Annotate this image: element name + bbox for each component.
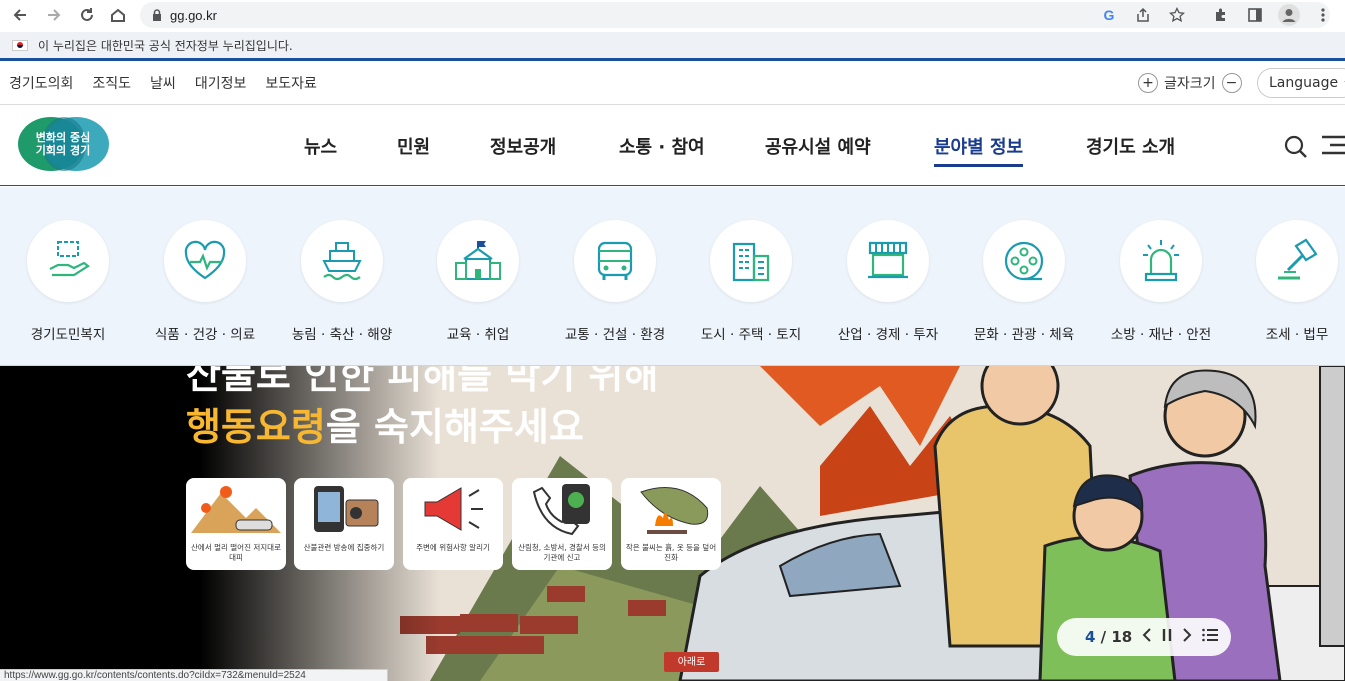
evacuate-illustration [186,478,286,540]
category-welfare[interactable]: 경기도민복지 [3,220,133,343]
gnb-info-disclosure[interactable]: 정보공개 [490,133,556,159]
hero-title-highlight: 행동요령 [186,405,326,449]
search-icon[interactable] [1283,134,1309,160]
slide-prev-icon[interactable] [1142,628,1152,646]
reload-icon[interactable] [75,3,99,27]
gov-banner: 이 누리집은 대한민국 공식 전자정부 누리집입니다. [0,32,1345,58]
hero-title-rest: 을 숙지해주세요 [325,405,584,449]
megaphone-illustration [403,478,503,540]
category-panel: 경기도민복지 식품 · 건강 · 의료 농림 · 축산 · 해양 교육 · 취업… [0,187,1345,366]
bus-icon [574,220,656,302]
phone-illustration [512,478,612,540]
school-icon [437,220,519,302]
broadcast-illustration [294,478,394,540]
sidebar-icon[interactable] [1243,3,1267,27]
film-icon [983,220,1065,302]
gavel-icon [1256,220,1338,302]
tip-card-extinguish: 작은 불씨는 흙, 옷 등을 덮어 진화 [621,478,721,570]
slide-next-icon[interactable] [1182,628,1192,646]
forward-icon[interactable] [42,3,66,27]
tip-card-alert: 주변에 위험사항 알리기 [403,478,503,570]
hero-title-line2: 행동요령을 숙지해주세요 [186,396,584,451]
language-select[interactable]: Language [1257,68,1345,98]
gov-banner-text: 이 누리집은 대한민국 공식 전자정부 누리집입니다. [38,38,293,53]
category-transport[interactable]: 교통 · 건설 · 환경 [550,220,680,343]
extinguish-illustration [621,478,721,540]
extension-icon[interactable] [1209,3,1233,27]
home-icon[interactable] [106,3,130,27]
share-icon[interactable] [1131,3,1155,27]
util-link-weather[interactable]: 날씨 [150,73,176,93]
welfare-icon [27,220,109,302]
status-bar-url: https://www.gg.go.kr/contents/contents.d… [0,669,388,681]
more-icon[interactable] [1311,3,1335,27]
lock-icon [152,6,162,25]
back-icon[interactable] [8,3,32,27]
browser-toolbar: gg.go.kr G [0,0,1345,30]
gnb-news[interactable]: 뉴스 [304,133,337,159]
font-size-label: 글자크기 [1164,76,1216,92]
slide-counter: 4 / 18 [1085,628,1133,646]
tip-card-broadcast: 산불관련 방송에 집중하기 [294,478,394,570]
language-label: Language [1269,75,1339,91]
korea-flag-icon [12,39,28,51]
url-text: gg.go.kr [170,7,217,23]
profile-icon[interactable] [1277,3,1301,27]
util-link-air-quality[interactable]: 대기정보 [195,73,247,93]
util-link-press[interactable]: 보도자료 [265,73,317,93]
category-tax-law[interactable]: 조세 · 법무 [1232,220,1345,343]
google-icon[interactable]: G [1097,3,1121,27]
star-icon[interactable] [1165,3,1189,27]
util-link-council[interactable]: 경기도의회 [9,73,73,93]
store-icon [847,220,929,302]
health-icon [164,220,246,302]
building-icon [710,220,792,302]
gnb-field-info[interactable]: 분야별 정보 [934,133,1024,167]
tip-card-report: 산림청, 소방서, 경찰서 등의 기관에 신고 [512,478,612,570]
category-urban[interactable]: 도시 · 주택 · 토지 [686,220,816,343]
ship-icon [301,220,383,302]
gnb-about[interactable]: 경기도 소개 [1086,133,1175,159]
slide-list-icon[interactable] [1202,628,1219,646]
slide-controls: 4 / 18 [1057,618,1231,656]
slide-pause-icon[interactable] [1162,628,1172,646]
hero-title-line1: 산불로 인한 피해를 막기 위해 [186,366,659,397]
hero-sign: 아래로 [677,657,706,668]
category-culture[interactable]: 문화 · 관광 · 체육 [959,220,1089,343]
gnb-participation[interactable]: 소통 · 참여 [619,133,705,159]
category-safety[interactable]: 소방 · 재난 · 안전 [1096,220,1226,343]
siren-icon [1120,220,1202,302]
tip-card-evacuate: 산에서 멀리 떨어진 저지대로 대피 [186,478,286,570]
font-size-control: + 글자크기 − [1138,73,1242,93]
logo-line2: 기회의 경기 [35,144,91,157]
menu-icon[interactable] [1320,133,1345,157]
category-agriculture[interactable]: 농림 · 축산 · 해양 [277,220,407,343]
hero-banner: 산불로 인한 피해를 막기 위해 행동요령을 숙지해주세요 산에서 멀리 떨어진… [0,366,1345,681]
font-increase-button[interactable]: + [1138,73,1158,93]
font-decrease-button[interactable]: − [1221,73,1242,93]
gnb-civil[interactable]: 민원 [397,133,430,159]
gnb-facility-reservation[interactable]: 공유시설 예약 [765,133,871,159]
logo-line1: 변화의 중심 [35,131,91,144]
utility-bar: 경기도의회 조직도 날씨 대기정보 보도자료 + 글자크기 − Language [0,61,1345,105]
category-health[interactable]: 식품 · 건강 · 의료 [140,220,270,343]
category-industry[interactable]: 산업 · 경제 · 투자 [823,220,953,343]
category-education[interactable]: 교육 · 취업 [413,220,543,343]
util-link-org-chart[interactable]: 조직도 [92,73,131,93]
main-header: 변화의 중심 기회의 경기 뉴스 민원 정보공개 소통 · 참여 공유시설 예약… [0,105,1345,186]
logo[interactable]: 변화의 중심 기회의 경기 [16,115,110,173]
